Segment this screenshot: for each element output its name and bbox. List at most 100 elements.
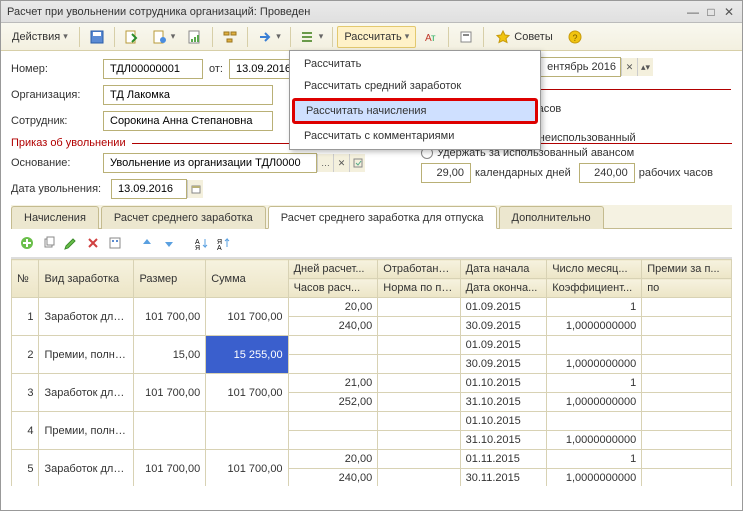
format-icon-button[interactable]: Ат <box>418 26 444 48</box>
dismiss-date-label: Дата увольнения: <box>11 183 111 195</box>
tab-accruals[interactable]: Начисления <box>11 206 99 229</box>
tabs: Начисления Расчет среднего заработка Рас… <box>11 205 732 229</box>
dropdown-calc-accruals-highlight: Рассчитать начисления <box>292 98 538 124</box>
svg-text:?: ? <box>572 33 577 43</box>
sort-asc-button[interactable]: АЯ <box>191 233 211 253</box>
col-norma[interactable]: Норма по пя... <box>378 279 460 298</box>
days-value[interactable]: 29,00 <box>421 163 471 183</box>
main-toolbar: Действия ▾ ▾ ▾ ▾ Рассчитать ▾ Ат Советы … <box>1 23 742 51</box>
calendar-button[interactable] <box>187 180 203 198</box>
copy-row-button[interactable] <box>39 233 59 253</box>
tips-button[interactable]: Советы <box>488 26 559 48</box>
table-row[interactable]: 4Премии, полностью ...01.10.2015 <box>12 412 732 431</box>
month-field-text: ентябрь 2016 <box>547 61 616 73</box>
post-icon-button[interactable] <box>119 26 145 48</box>
chevron-down-icon: ▾ <box>171 31 176 42</box>
go-icon-button[interactable]: ▾ <box>252 26 286 48</box>
col-otrab[interactable]: Отработано ... <box>378 260 460 279</box>
osn-field[interactable] <box>103 153 317 173</box>
data-grid[interactable]: № Вид заработка Размер Сумма Дней расчет… <box>11 258 732 486</box>
print-icon-button[interactable] <box>453 26 479 48</box>
month-spinner[interactable]: ▴▾ <box>637 58 653 76</box>
dismiss-date-field[interactable] <box>111 179 187 199</box>
org-field[interactable] <box>103 85 273 105</box>
help-icon-button[interactable]: ? <box>562 26 588 48</box>
col-razmer[interactable]: Размер <box>134 260 206 298</box>
col-mes[interactable]: Число месяц... <box>547 260 642 279</box>
osn-clear-button[interactable]: ✕ <box>333 154 349 172</box>
chevron-down-icon: ▾ <box>63 31 68 42</box>
number-label: Номер: <box>11 63 103 75</box>
actions-label: Действия <box>12 31 60 43</box>
tab-avg-earnings[interactable]: Расчет среднего заработка <box>101 206 266 229</box>
osn-ellipsis-button[interactable]: … <box>317 154 333 172</box>
chevron-down-icon: ▾ <box>319 31 324 42</box>
dropdown-calc[interactable]: Рассчитать <box>290 53 540 75</box>
restore-button[interactable]: □ <box>704 5 718 19</box>
number-field[interactable] <box>103 59 203 79</box>
dropdown-calc-accruals[interactable]: Рассчитать начисления <box>290 98 540 124</box>
days-label: календарных дней <box>475 167 571 179</box>
col-vid[interactable]: Вид заработка <box>39 260 134 298</box>
separator <box>483 27 484 47</box>
col-dnach[interactable]: Дата начала <box>460 260 547 279</box>
calculate-button[interactable]: Рассчитать ▾ <box>337 26 416 48</box>
table-row[interactable]: 1Заработок для расчета ...101 700,00101 … <box>12 298 732 317</box>
chevron-down-icon: ▾ <box>405 31 410 42</box>
calculate-dropdown: Рассчитать Рассчитать средний заработок … <box>289 50 541 150</box>
separator <box>448 27 449 47</box>
calculate-label: Рассчитать <box>344 31 401 43</box>
separator <box>79 27 80 47</box>
table-row[interactable]: 2Премии, полностью ...15,0015 255,0001.0… <box>12 336 732 355</box>
move-down-button[interactable] <box>159 233 179 253</box>
save-icon-button[interactable] <box>84 26 110 48</box>
svg-text:А: А <box>217 245 222 250</box>
move-up-button[interactable] <box>137 233 157 253</box>
table-row[interactable]: 3Заработок для расчета ...101 700,00101 … <box>12 374 732 393</box>
emp-label: Сотрудник: <box>11 115 103 127</box>
dropdown-calc-avg[interactable]: Рассчитать средний заработок <box>290 75 540 97</box>
separator <box>247 27 248 47</box>
window-title: Расчет при увольнении сотрудника организ… <box>7 6 682 18</box>
org-label: Организация: <box>11 89 103 101</box>
separator <box>212 27 213 47</box>
close-button[interactable]: ✕ <box>722 5 736 19</box>
tab-additional[interactable]: Дополнительно <box>499 206 604 229</box>
ot-label: от: <box>209 63 223 75</box>
svg-text:Я: Я <box>195 245 200 250</box>
col-koef[interactable]: Коэффициент... <box>547 279 642 298</box>
emp-field[interactable] <box>103 111 273 131</box>
tips-label: Советы <box>514 31 552 43</box>
osn-open-button[interactable] <box>349 154 365 172</box>
edit-row-button[interactable] <box>61 233 81 253</box>
dropdown-calc-comments[interactable]: Рассчитать с комментариями <box>290 125 540 147</box>
separator <box>290 27 291 47</box>
col-po[interactable]: по <box>642 279 732 298</box>
list-icon-button[interactable]: ▾ <box>295 26 329 48</box>
structure-icon-button[interactable] <box>217 26 243 48</box>
col-n[interactable]: № <box>12 260 39 298</box>
tab-avg-vacation[interactable]: Расчет среднего заработка для отпуска <box>268 206 497 229</box>
repost-icon-button[interactable]: ▾ <box>147 26 181 48</box>
chevron-down-icon: ▾ <box>276 31 281 42</box>
delete-row-button[interactable] <box>83 233 103 253</box>
report-icon-button[interactable] <box>182 26 208 48</box>
hours2-value[interactable]: 240,00 <box>579 163 635 183</box>
col-dney[interactable]: Дней расчет... <box>288 260 378 279</box>
col-chasov[interactable]: Часов расч... <box>288 279 378 298</box>
col-prem[interactable]: Премии за п... <box>642 260 732 279</box>
settings-button[interactable] <box>105 233 125 253</box>
grid-toolbar: АЯ ЯА <box>11 229 732 258</box>
minimize-button[interactable]: — <box>686 5 700 19</box>
sort-desc-button[interactable]: ЯА <box>213 233 233 253</box>
table-row[interactable]: 5Заработок для расчета ...101 700,00101 … <box>12 450 732 469</box>
add-row-button[interactable] <box>17 233 37 253</box>
titlebar: Расчет при увольнении сотрудника организ… <box>1 1 742 23</box>
col-dokon[interactable]: Дата оконча... <box>460 279 547 298</box>
svg-text:т: т <box>431 33 436 44</box>
actions-button[interactable]: Действия ▾ <box>5 26 75 48</box>
col-summa[interactable]: Сумма <box>206 260 288 298</box>
month-clear-button[interactable]: ✕ <box>621 58 637 76</box>
separator <box>114 27 115 47</box>
hours2-label: рабочих часов <box>639 167 713 179</box>
